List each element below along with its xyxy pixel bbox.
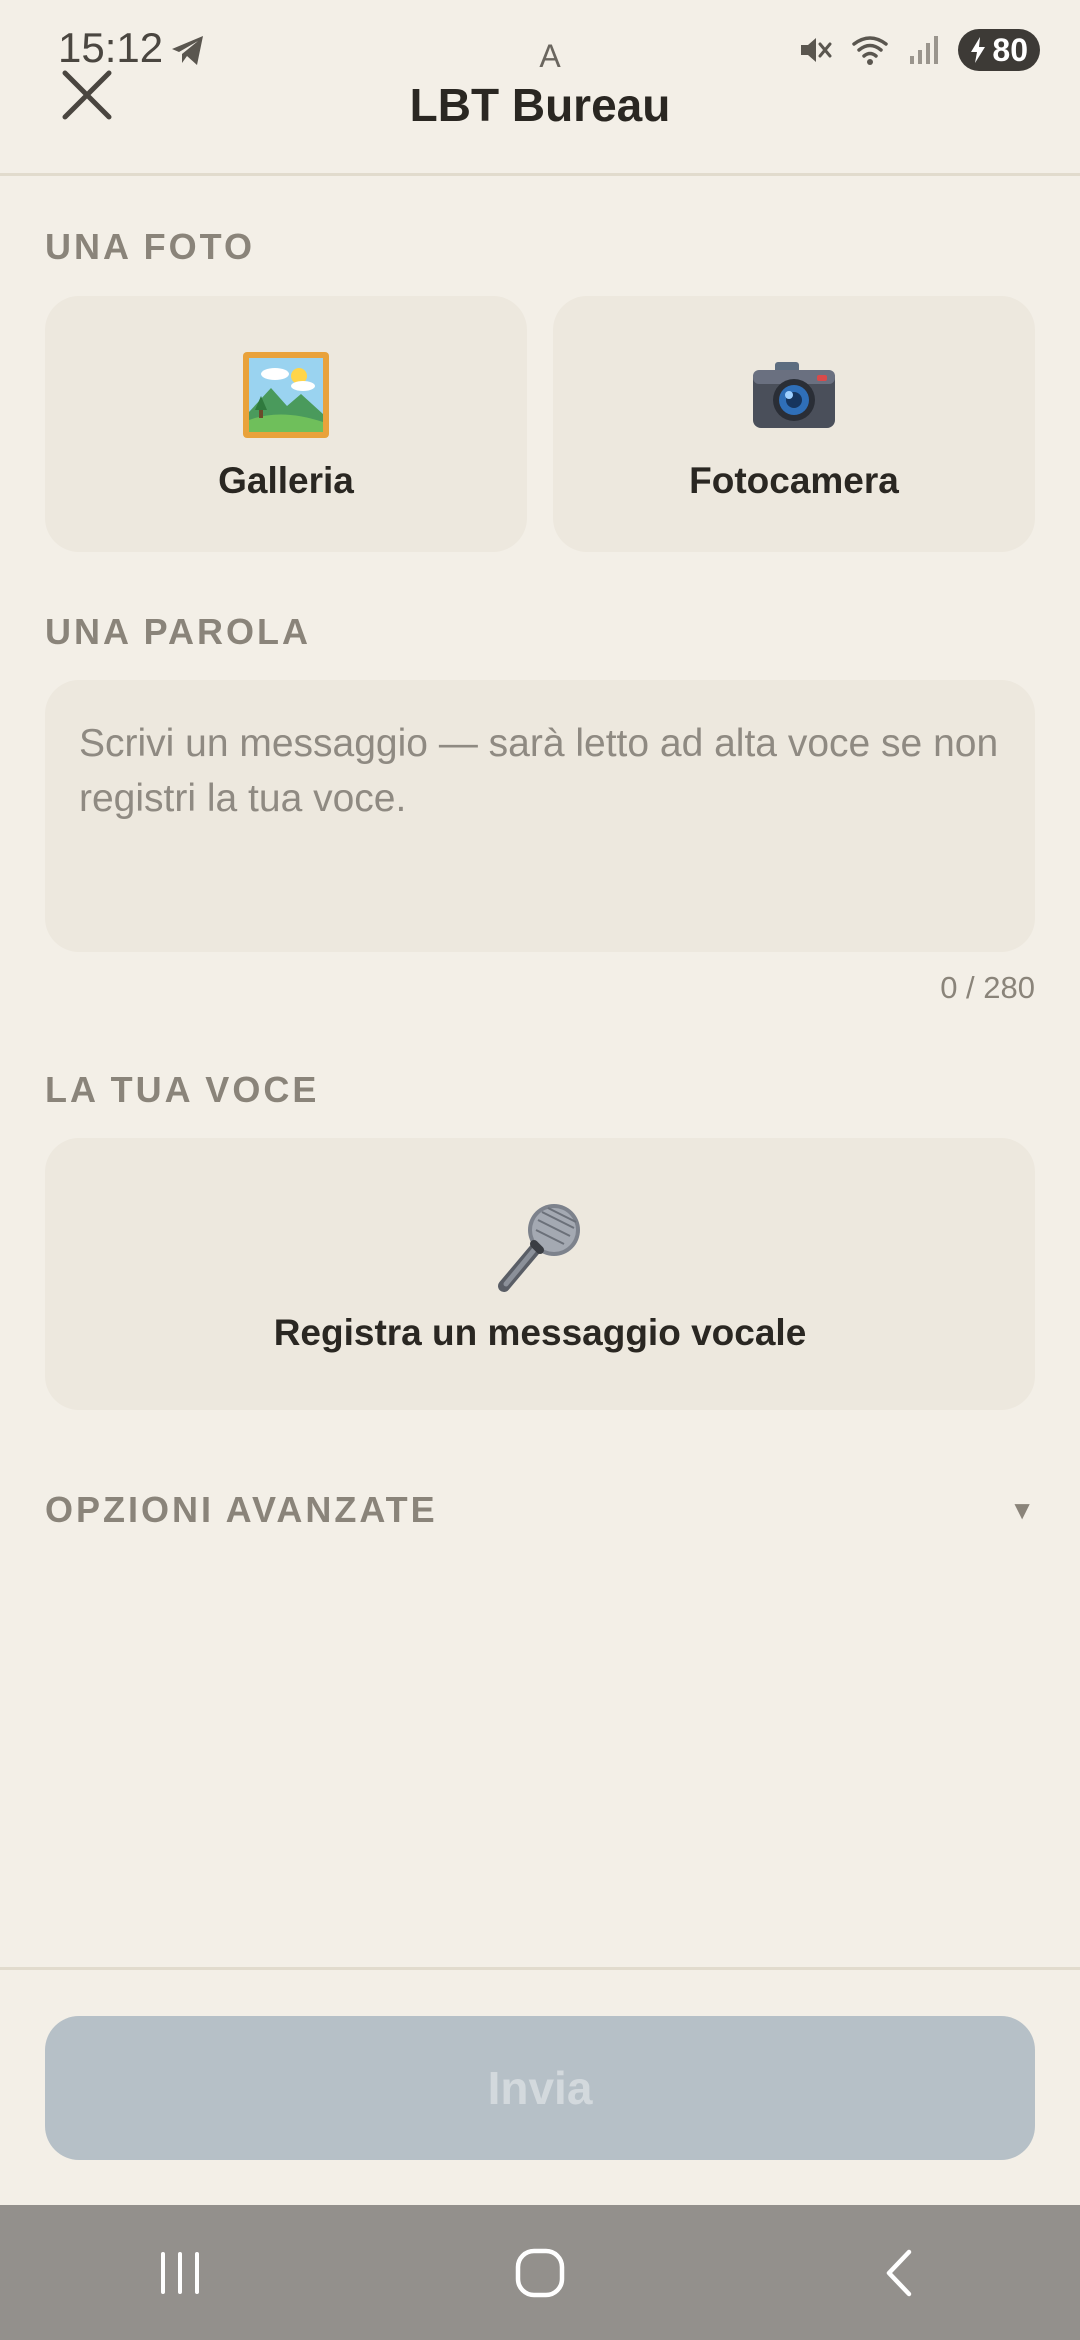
advanced-options-toggle[interactable]: OPZIONI AVANZATE ▼ bbox=[45, 1480, 1035, 1540]
status-icons: 80 bbox=[796, 28, 1040, 72]
section-label-word: UNA PAROLA bbox=[45, 611, 311, 652]
chevron-down-icon: ▼ bbox=[1009, 1494, 1035, 1525]
recent-apps-button[interactable] bbox=[120, 2223, 240, 2323]
camera-label: Fotocamera bbox=[689, 460, 899, 501]
battery-level: 80 bbox=[992, 31, 1028, 68]
record-voice-button[interactable]: Registra un messaggio vocale bbox=[45, 1138, 1035, 1410]
battery-indicator: 80 bbox=[958, 29, 1040, 71]
microphone-icon bbox=[492, 1198, 588, 1294]
vibrate-mute-icon bbox=[801, 38, 832, 62]
message-input[interactable] bbox=[79, 716, 1001, 916]
system-nav-bar bbox=[0, 2205, 1080, 2340]
gallery-label: Galleria bbox=[218, 460, 354, 501]
wifi-icon bbox=[852, 36, 889, 65]
advanced-options-label: OPZIONI AVANZATE bbox=[45, 1489, 438, 1530]
footer-divider bbox=[0, 1967, 1080, 1970]
section-label-photo: UNA FOTO bbox=[45, 226, 255, 267]
back-icon bbox=[886, 2249, 912, 2296]
home-icon bbox=[515, 2248, 565, 2297]
back-button[interactable] bbox=[840, 2223, 960, 2323]
status-carrier: A bbox=[539, 38, 561, 74]
camera-button[interactable]: Fotocamera bbox=[553, 296, 1035, 552]
signal-icon bbox=[910, 36, 939, 64]
battery-charging-icon bbox=[971, 37, 986, 63]
send-button[interactable]: Invia bbox=[45, 2016, 1035, 2160]
page-title: LBT Bureau bbox=[409, 79, 671, 131]
recent-apps-icon bbox=[161, 2251, 199, 2294]
home-button[interactable] bbox=[480, 2223, 600, 2323]
header-divider bbox=[0, 173, 1080, 176]
section-label-voice: LA TUA VOCE bbox=[45, 1069, 320, 1110]
record-voice-label: Registra un messaggio vocale bbox=[273, 1312, 807, 1353]
message-field-container[interactable] bbox=[45, 680, 1035, 952]
char-counter: 0 / 280 bbox=[940, 970, 1035, 1005]
telegram-icon bbox=[172, 36, 203, 65]
camera-icon bbox=[749, 350, 839, 440]
gallery-picture-icon bbox=[241, 350, 331, 440]
gallery-button[interactable]: Galleria bbox=[45, 296, 527, 552]
